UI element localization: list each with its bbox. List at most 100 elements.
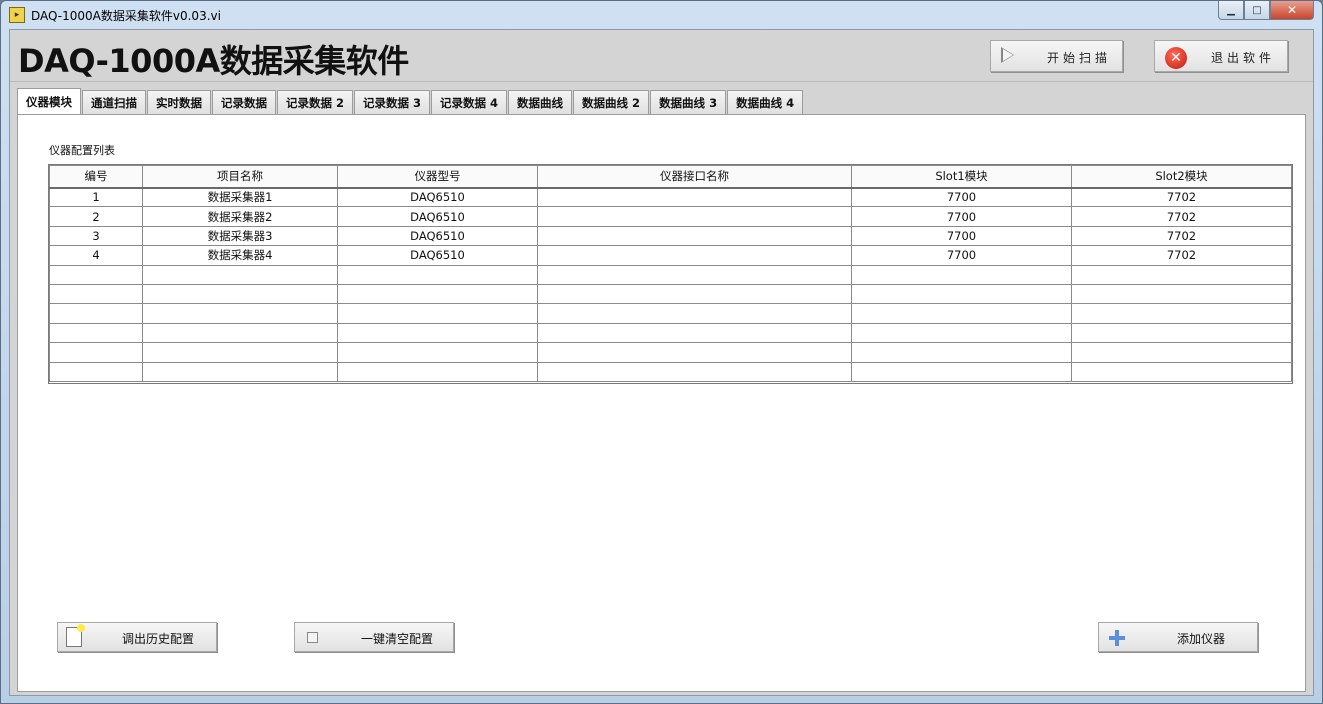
table-cell[interactable] [537,361,852,382]
table-cell[interactable] [537,225,852,247]
table-cell[interactable] [49,283,143,305]
table-cell[interactable] [851,303,1072,324]
tab-data-curve-4[interactable]: 数据曲线 4 [727,90,804,114]
load-history-config-button[interactable]: 调出历史配置 [57,622,217,652]
table-cell[interactable] [337,283,538,305]
table-cell[interactable]: 1 [49,186,143,208]
instrument-config-table[interactable]: 编号 项目名称 仪器型号 仪器接口名称 Slot1模块 Slot2模块 1 数据… [48,164,1293,384]
column-header[interactable]: 仪器型号 [337,165,538,188]
exit-software-button[interactable]: ✕ 退出软件 [1154,40,1288,72]
exit-software-label: 退出软件 [1211,51,1276,65]
table-cell[interactable] [1071,264,1292,285]
add-instrument-button[interactable]: 添加仪器 [1098,622,1258,652]
tab-record-data[interactable]: 记录数据 [212,90,276,114]
table-cell[interactable] [337,303,538,324]
column-header[interactable]: Slot1模块 [851,165,1072,188]
table-cell[interactable] [851,342,1072,363]
minimize-button[interactable]: ▁ [1218,1,1244,20]
table-row[interactable]: 3 数据采集器3 DAQ6510 7700 7702 [49,225,1292,247]
table-cell[interactable]: 7700 [851,206,1072,227]
table-cell[interactable] [49,303,143,324]
table-cell[interactable]: 7702 [1071,245,1292,266]
table-row[interactable] [49,342,1292,363]
table-cell[interactable] [337,361,538,382]
table-cell[interactable]: 7702 [1071,225,1292,247]
table-cell[interactable] [537,206,852,227]
tab-data-curve[interactable]: 数据曲线 [508,90,573,114]
table-cell[interactable]: 2 [49,206,143,227]
table-cell[interactable] [1071,342,1292,363]
column-header[interactable]: 仪器接口名称 [537,165,852,188]
table-cell[interactable]: DAQ6510 [337,186,538,208]
table-cell[interactable]: 7700 [851,245,1072,266]
tab-record-data-2[interactable]: 记录数据 2 [277,90,354,114]
column-header[interactable]: 项目名称 [142,165,338,188]
table-cell[interactable] [142,303,338,324]
tab-data-curve-3[interactable]: 数据曲线 3 [650,90,727,114]
tab-record-data-4[interactable]: 记录数据 4 [431,90,508,114]
tab-data-curve-2[interactable]: 数据曲线 2 [573,90,650,114]
table-cell[interactable] [537,303,852,324]
clear-config-button[interactable]: 一键清空配置 [294,622,454,652]
table-cell[interactable] [142,361,338,382]
column-header[interactable]: Slot2模块 [1071,165,1292,188]
table-cell[interactable] [537,186,852,208]
table-cell[interactable] [142,283,338,305]
table-cell[interactable] [537,264,852,285]
table-cell[interactable]: 3 [49,225,143,247]
column-header[interactable]: 编号 [49,165,143,188]
table-cell[interactable]: DAQ6510 [337,225,538,247]
table-cell[interactable] [537,245,852,266]
table-cell[interactable] [851,283,1072,305]
table-row[interactable] [49,283,1292,305]
table-row[interactable] [49,361,1292,382]
table-cell[interactable] [49,264,143,285]
table-cell[interactable]: 7702 [1071,206,1292,227]
table-cell[interactable]: DAQ6510 [337,245,538,266]
table-cell[interactable] [337,264,538,285]
table-cell[interactable]: 数据采集器2 [142,206,338,227]
table-row[interactable]: 4 数据采集器4 DAQ6510 7700 7702 [49,245,1292,266]
table-cell[interactable] [537,342,852,363]
maximize-icon: □ [1252,4,1262,16]
table-cell[interactable] [537,322,852,344]
tab-channel-scan[interactable]: 通道扫描 [82,90,146,114]
table-cell[interactable]: 数据采集器3 [142,225,338,247]
window-controls: ▁ □ ✕ [1218,1,1314,20]
table-cell[interactable] [1071,322,1292,344]
table-row[interactable] [49,322,1292,344]
table-cell[interactable]: 4 [49,245,143,266]
table-cell[interactable] [851,322,1072,344]
title-bar[interactable]: ▸ DAQ-1000A数据采集软件v0.03.vi ▁ □ ✕ [1,1,1322,29]
tab-record-data-3[interactable]: 记录数据 3 [354,90,431,114]
table-cell[interactable]: 7702 [1071,186,1292,208]
start-scan-button[interactable]: 开始扫描 [990,40,1123,72]
tab-realtime-data[interactable]: 实时数据 [147,90,211,114]
close-window-button[interactable]: ✕ [1270,1,1314,20]
table-row[interactable] [49,264,1292,285]
table-cell[interactable]: 数据采集器4 [142,245,338,266]
table-cell[interactable] [142,322,338,344]
table-cell[interactable] [537,283,852,305]
table-cell[interactable]: 7700 [851,225,1072,247]
table-cell[interactable]: 7700 [851,186,1072,208]
table-cell[interactable] [142,342,338,363]
table-row[interactable] [49,303,1292,324]
table-cell[interactable] [1071,283,1292,305]
table-cell[interactable] [49,342,143,363]
table-cell[interactable] [851,264,1072,285]
table-cell[interactable] [49,322,143,344]
table-cell[interactable] [337,342,538,363]
table-cell[interactable] [851,361,1072,382]
table-cell[interactable]: DAQ6510 [337,206,538,227]
maximize-button[interactable]: □ [1244,1,1270,20]
table-cell[interactable] [49,361,143,382]
table-row[interactable]: 2 数据采集器2 DAQ6510 7700 7702 [49,206,1292,227]
table-cell[interactable] [142,264,338,285]
table-cell[interactable]: 数据采集器1 [142,186,338,208]
tab-instrument-module[interactable]: 仪器模块 [17,88,81,114]
table-cell[interactable] [1071,303,1292,324]
table-cell[interactable] [337,322,538,344]
table-row[interactable]: 1 数据采集器1 DAQ6510 7700 7702 [49,186,1292,208]
table-cell[interactable] [1071,361,1292,382]
